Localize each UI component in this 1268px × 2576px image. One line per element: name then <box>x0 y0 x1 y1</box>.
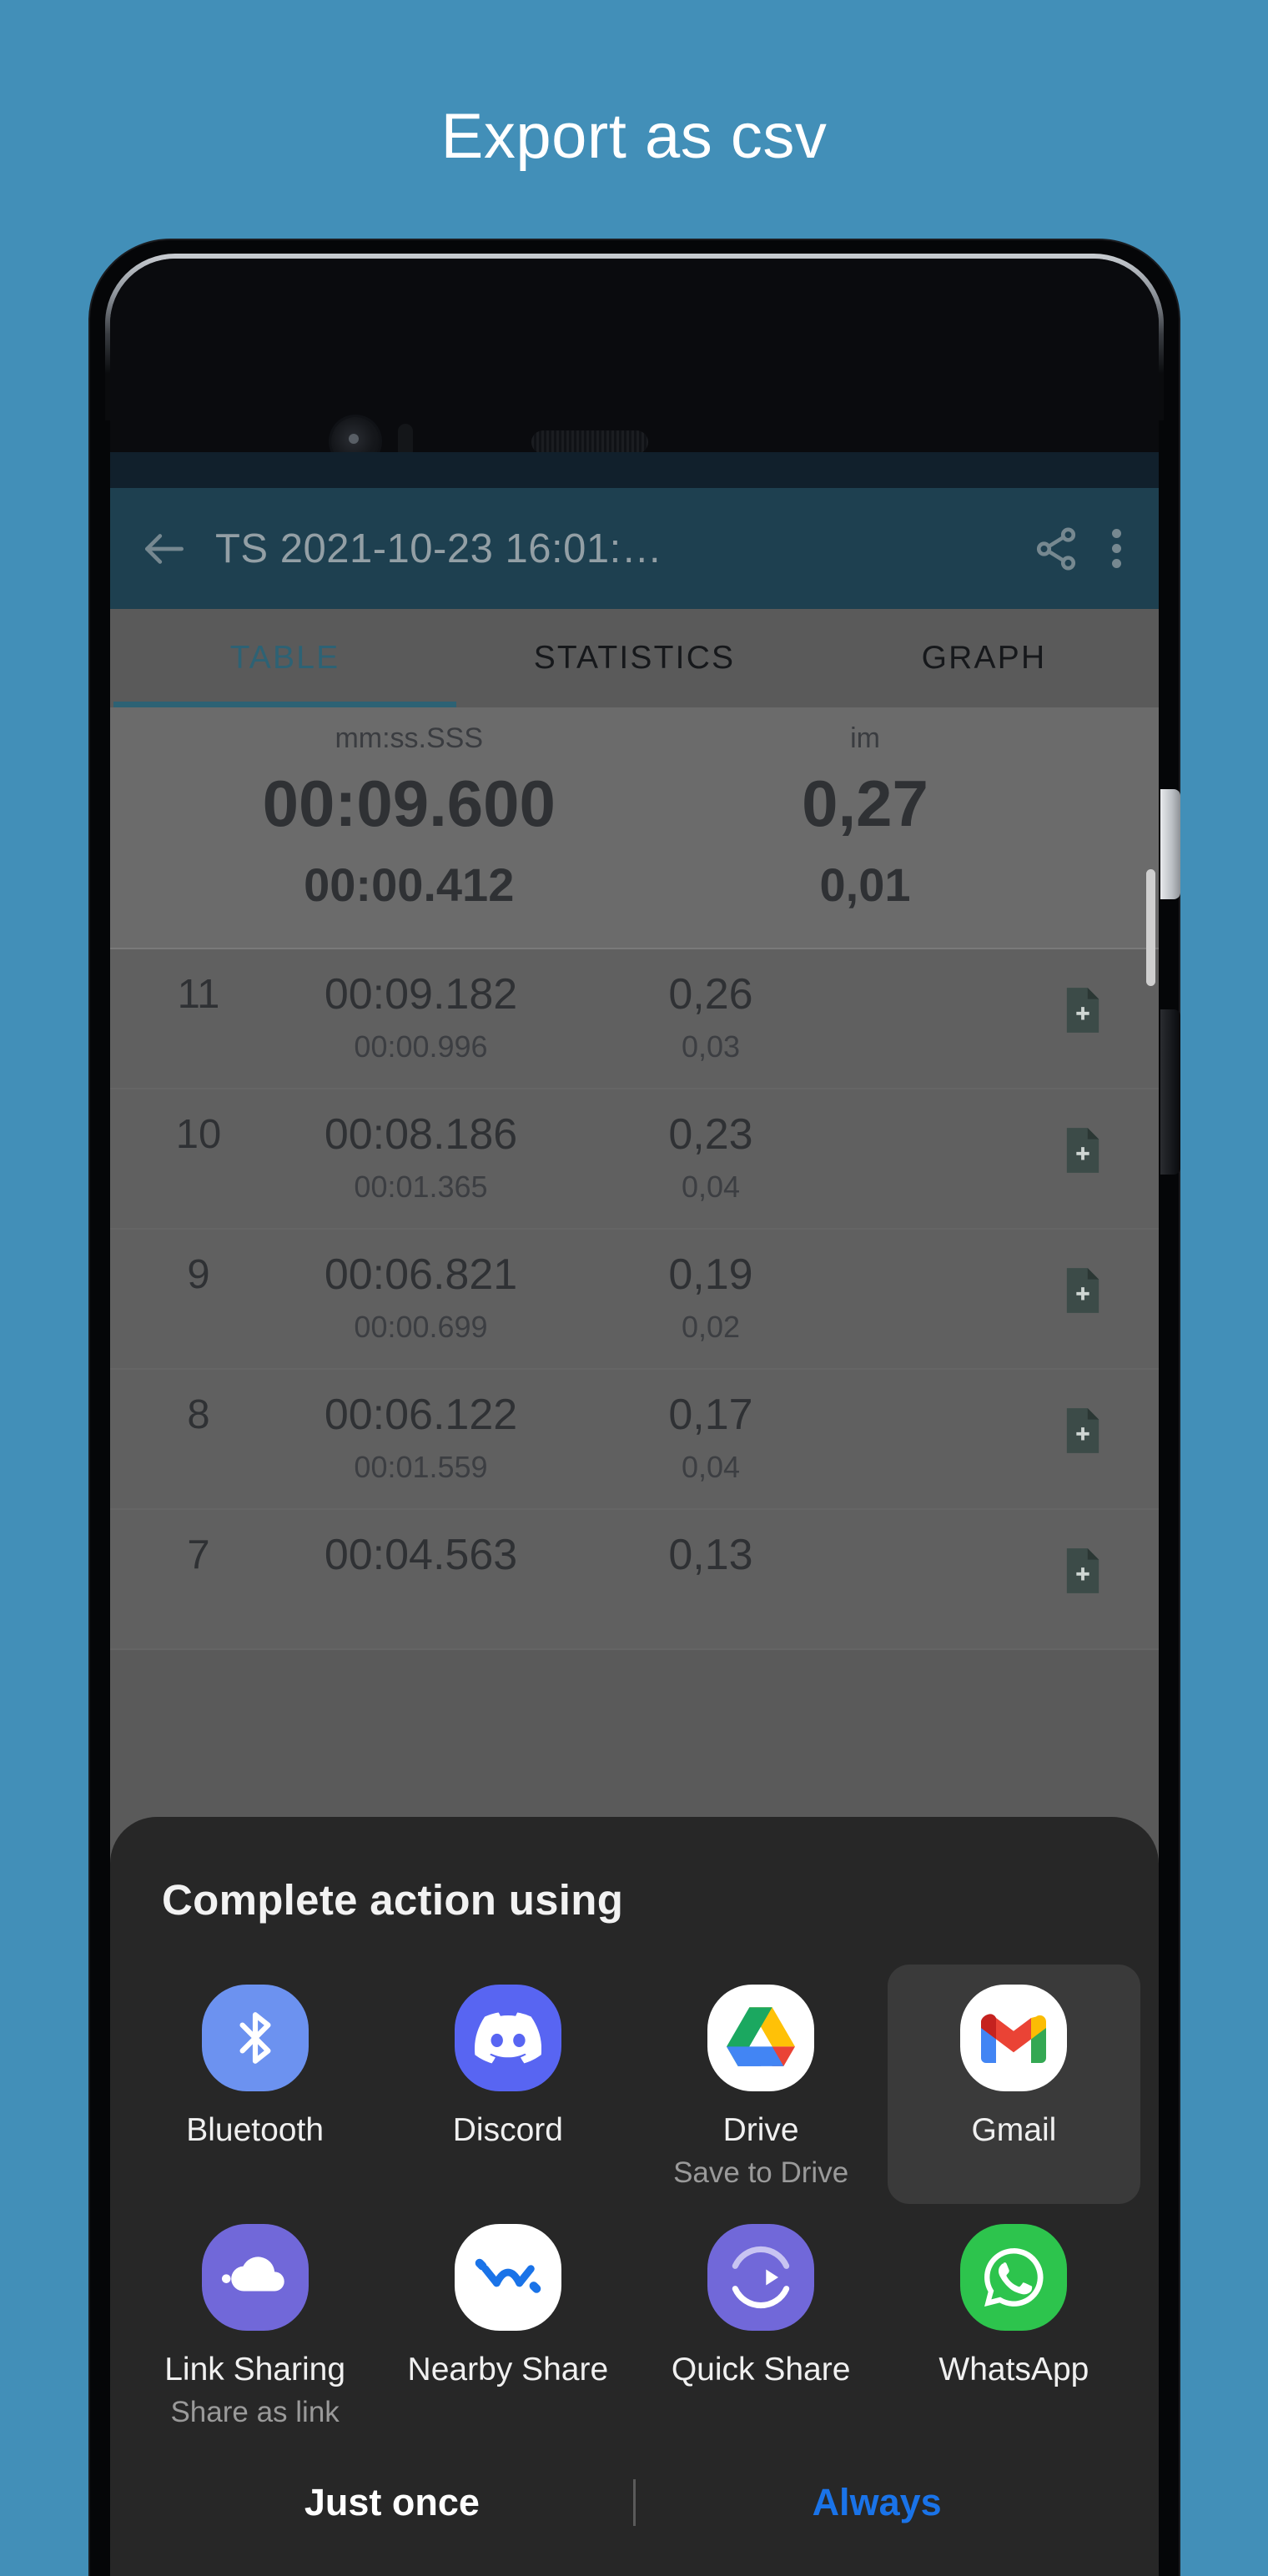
vertical-scrollbar[interactable] <box>1146 869 1155 986</box>
tab-graph[interactable]: GRAPH <box>809 609 1159 707</box>
gmail-icon <box>960 1985 1068 2091</box>
share-sheet-footer: Just once Always <box>110 2479 1159 2526</box>
share-sheet-title: Complete action using <box>162 1876 624 1924</box>
note-add-icon[interactable] <box>1064 1406 1102 1455</box>
nearby-share-icon <box>454 2224 561 2332</box>
note-add-icon[interactable] <box>1064 986 1102 1034</box>
summary-time-total: 00:09.600 <box>262 767 556 840</box>
share-target-label: Drive <box>722 2112 799 2148</box>
row-time: 00:04.563 <box>324 1531 518 1579</box>
share-target-subtitle: Save to Drive <box>673 2156 849 2189</box>
row-time-delta: 00:00.996 <box>354 1029 488 1064</box>
share-target-drive[interactable]: Drive Save to Drive <box>635 1965 888 2204</box>
share-target-gmail[interactable]: Gmail <box>887 1965 1140 2205</box>
share-icon[interactable] <box>1032 525 1080 573</box>
row-value: 0,23 <box>668 1110 753 1159</box>
row-value: 0,13 <box>668 1531 753 1579</box>
summary-value-sub: 0,01 <box>819 858 911 911</box>
row-time: 00:06.122 <box>324 1391 518 1439</box>
row-index: 9 <box>187 1252 210 1297</box>
summary-header-time: mm:ss.SSS <box>335 722 484 754</box>
share-target-whatsapp[interactable]: WhatsApp <box>888 2204 1140 2443</box>
quick-share-icon <box>707 2224 815 2332</box>
share-target-label: Link Sharing <box>164 2352 346 2388</box>
table-row[interactable]: 10 00:08.186 00:01.365 0,23 0,04 <box>110 1089 1159 1230</box>
row-value-delta: 0,03 <box>681 1029 741 1064</box>
summary-header-value: im <box>850 722 880 754</box>
row-time-delta: 00:00.699 <box>354 1310 488 1344</box>
row-time-delta: 00:01.365 <box>354 1170 488 1204</box>
discord-icon <box>454 1985 561 2091</box>
share-target-link-sharing[interactable]: Link Sharing Share as link <box>128 2204 381 2443</box>
tab-table[interactable]: TABLE <box>110 609 460 707</box>
table-row[interactable]: 7 00:04.563 0,13 <box>110 1510 1159 1650</box>
summary-sub-values: 00:00.412 0,01 <box>110 858 1159 912</box>
row-value-delta: 0,04 <box>681 1450 741 1484</box>
summary-time-sub: 00:00.412 <box>304 858 515 911</box>
row-value: 0,19 <box>668 1250 753 1299</box>
table-row[interactable]: 8 00:06.122 00:01.559 0,17 0,04 <box>110 1370 1159 1510</box>
row-time: 00:08.186 <box>324 1110 518 1159</box>
app-screen: TS 2021-10-23 16:01:… TABLE STATISTICS G… <box>110 452 1159 2576</box>
phone-notch <box>110 259 1159 465</box>
always-button[interactable]: Always <box>636 2481 1118 2524</box>
share-target-label: Gmail <box>971 2112 1057 2148</box>
note-add-icon[interactable] <box>1064 1266 1102 1315</box>
note-add-icon[interactable] <box>1064 1126 1102 1175</box>
volume-button[interactable] <box>1160 789 1180 899</box>
more-vertical-icon[interactable] <box>1110 523 1122 574</box>
share-sheet: Complete action using Bluetooth Discord … <box>110 1817 1159 2576</box>
summary-headers: mm:ss.SSS im <box>110 722 1159 755</box>
toolbar-title: TS 2021-10-23 16:01:… <box>215 526 663 571</box>
arrow-left-icon[interactable] <box>138 523 190 575</box>
note-add-icon[interactable] <box>1064 1547 1102 1595</box>
row-time: 00:06.821 <box>324 1250 518 1299</box>
share-target-discord[interactable]: Discord <box>381 1965 634 2204</box>
share-target-label: Discord <box>452 2112 563 2148</box>
row-time-delta: 00:01.559 <box>354 1450 488 1484</box>
tab-bar: TABLE STATISTICS GRAPH <box>110 609 1159 707</box>
app-toolbar: TS 2021-10-23 16:01:… <box>110 488 1159 609</box>
row-time: 00:09.182 <box>324 970 518 1019</box>
summary-main-values: 00:09.600 0,27 <box>110 766 1159 842</box>
share-target-subtitle: Share as link <box>170 2396 340 2429</box>
share-target-quick-share[interactable]: Quick Share <box>635 2204 888 2443</box>
whatsapp-icon <box>960 2224 1068 2332</box>
row-value: 0,26 <box>668 970 753 1019</box>
share-target-label: Quick Share <box>671 2352 851 2388</box>
power-button[interactable] <box>1160 1009 1180 1175</box>
share-target-label: Bluetooth <box>186 2112 325 2148</box>
google-drive-icon <box>707 1985 815 2091</box>
page-title: Export as csv <box>440 101 828 172</box>
row-index: 8 <box>187 1392 210 1437</box>
summary-panel: mm:ss.SSS im 00:09.600 0,27 00:00.412 0,… <box>110 707 1159 949</box>
share-target-nearby-share[interactable]: Nearby Share <box>381 2204 634 2443</box>
share-target-label: WhatsApp <box>938 2352 1089 2388</box>
row-value: 0,17 <box>668 1391 753 1439</box>
share-target-bluetooth[interactable]: Bluetooth <box>128 1965 381 2204</box>
phone-screen-area: TS 2021-10-23 16:01:… TABLE STATISTICS G… <box>110 259 1159 2576</box>
bluetooth-icon <box>201 1985 309 2091</box>
tab-statistics[interactable]: STATISTICS <box>460 609 809 707</box>
table-row[interactable]: 9 00:06.821 00:00.699 0,19 0,02 <box>110 1230 1159 1370</box>
share-target-label: Nearby Share <box>407 2352 609 2388</box>
share-app-grid: Bluetooth Discord Drive Save to Drive Gm… <box>110 1965 1159 2444</box>
table-row[interactable]: 11 00:09.182 00:00.996 0,26 0,03 <box>110 949 1159 1089</box>
row-index: 10 <box>175 1112 222 1157</box>
status-bar <box>110 452 1159 488</box>
row-index: 11 <box>177 972 220 1017</box>
row-index: 7 <box>187 1532 210 1577</box>
summary-value-total: 0,27 <box>802 767 928 840</box>
row-value-delta: 0,02 <box>681 1310 741 1344</box>
link-sharing-icon <box>201 2224 309 2332</box>
just-once-button[interactable]: Just once <box>151 2481 633 2524</box>
row-value-delta: 0,04 <box>681 1170 741 1204</box>
earpiece-speaker-icon <box>531 430 648 454</box>
phone-mockup: TS 2021-10-23 16:01:… TABLE STATISTICS G… <box>90 240 1179 2576</box>
